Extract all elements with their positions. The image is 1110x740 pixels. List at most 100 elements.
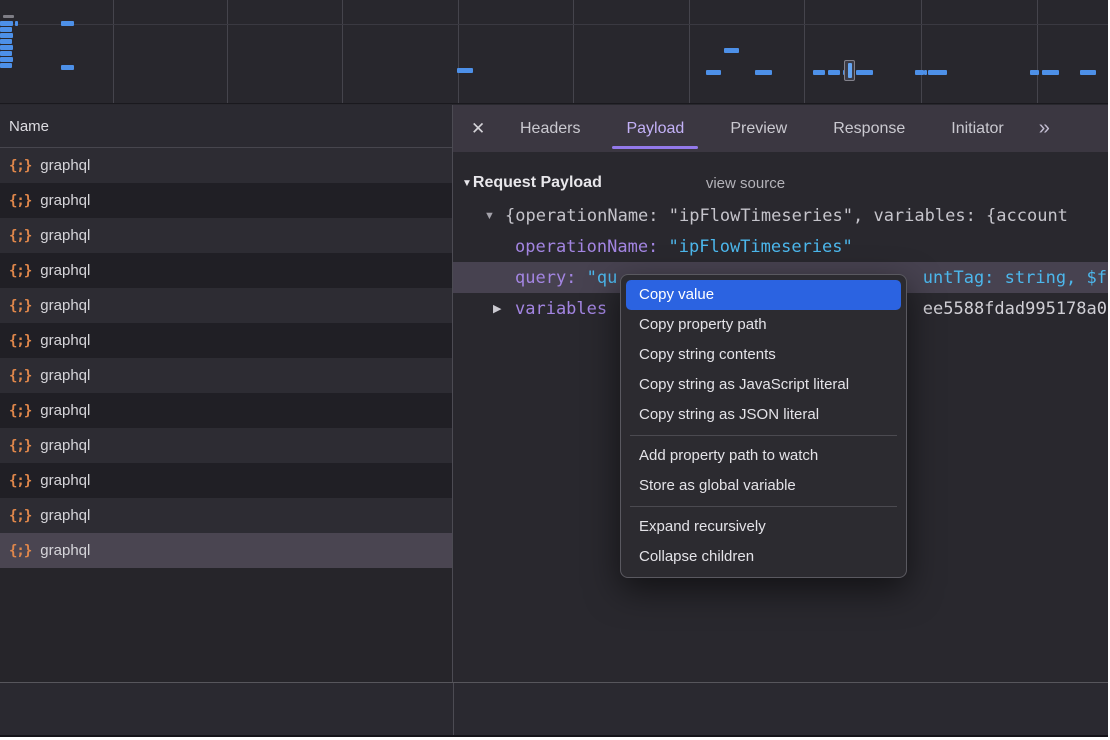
menu-item-collapse-children[interactable]: Collapse children	[626, 542, 901, 572]
tab-initiator[interactable]: Initiator	[935, 105, 1019, 152]
tree-row-operation-name[interactable]: operationName: "ipFlowTimeseries"	[453, 231, 1108, 262]
menu-separator	[630, 506, 897, 507]
network-activity-bar	[928, 70, 947, 75]
menu-separator	[630, 435, 897, 436]
request-name: graphql	[40, 332, 90, 349]
request-row[interactable]: {;}graphql	[0, 358, 452, 393]
overview-gray-bar	[3, 15, 14, 18]
overview-gridline	[458, 0, 459, 103]
request-name: graphql	[40, 367, 90, 384]
request-row[interactable]: {;}graphql	[0, 218, 452, 253]
json-request-icon: {;}	[9, 263, 31, 279]
request-row[interactable]: {;} graphql	[0, 323, 452, 358]
menu-item-copy-string-contents[interactable]: Copy string contents	[626, 340, 901, 370]
network-activity-bar	[0, 33, 13, 38]
request-row[interactable]: {;}graphql	[0, 253, 452, 288]
overview-gridline	[0, 24, 1108, 25]
details-tabbar: ✕ Headers Payload Preview Response Initiator…	[453, 105, 1108, 152]
tab-payload[interactable]: Payload	[610, 105, 700, 152]
request-list: {;} graphql {;} graphql {;} graphql {;} graphql…	[0, 148, 452, 568]
network-activity-bar	[0, 57, 13, 62]
request-payload-section-header[interactable]: ▼ Request Payload view source	[453, 166, 1108, 200]
request-name: graphql	[40, 192, 90, 209]
menu-item-add-property-path-to-watch[interactable]: Add property path to watch	[626, 441, 901, 471]
network-main-split: Name {;}graphql{;}graphql{;}graphql{;}gr…	[0, 105, 1108, 682]
devtools-window: Name {;}graphql{;}graphql{;}graphql{;}gr…	[0, 0, 1108, 737]
request-row[interactable]: {;} graphql	[0, 533, 452, 568]
menu-item-copy-property-path[interactable]: Copy property path	[626, 310, 901, 340]
tree-string-value: "ipFlowTimeseries"	[669, 237, 853, 257]
menu-item-store-as-global-variable[interactable]: Store as global variable	[626, 471, 901, 501]
json-request-icon: {;}	[9, 473, 31, 489]
overview-gridline	[342, 0, 343, 103]
tree-root-preview: {operationName: "ipFlowTimeseries", vari…	[505, 206, 1068, 226]
network-activity-bar	[0, 63, 12, 68]
overview-gridline	[689, 0, 690, 103]
request-table: Name {;}graphql{;}graphql{;}graphql{;}gr…	[0, 105, 453, 682]
overview-marker-bar	[848, 63, 852, 78]
menu-item-copy-string-as-json-literal[interactable]: Copy string as JSON literal	[626, 400, 901, 430]
network-activity-bar	[1042, 70, 1059, 75]
tab-preview[interactable]: Preview	[714, 105, 803, 152]
request-row[interactable]: {;} graphql	[0, 183, 452, 218]
more-tabs-icon[interactable]: »	[1039, 117, 1048, 140]
name-column-label: Name	[9, 118, 49, 135]
request-name: graphql	[40, 472, 90, 489]
tab-list: Headers Payload Preview Response Initiator	[497, 105, 1027, 152]
request-name: graphql	[40, 297, 90, 314]
network-activity-bar	[15, 21, 18, 26]
json-request-icon: {;}	[9, 193, 31, 209]
name-column-header[interactable]: Name	[0, 105, 452, 148]
json-request-icon: {;}	[9, 333, 31, 349]
overview-gridline	[921, 0, 922, 103]
request-row[interactable]: {;}graphql	[0, 498, 452, 533]
network-activity-bar	[924, 70, 927, 75]
menu-item-copy-string-as-javascript-literal[interactable]: Copy string as JavaScript literal	[626, 370, 901, 400]
panel-divider[interactable]	[453, 683, 454, 735]
network-overview-pane[interactable]	[0, 0, 1108, 104]
network-activity-bar	[706, 70, 721, 75]
request-row[interactable]: {;} graphql	[0, 463, 452, 498]
overview-gridline	[1037, 0, 1038, 103]
json-request-icon: {;}	[9, 543, 31, 559]
tree-key: operationName:	[515, 237, 669, 257]
overview-gridline	[804, 0, 805, 103]
json-request-icon: {;}	[9, 438, 31, 454]
tab-headers[interactable]: Headers	[504, 105, 596, 152]
network-activity-bar	[0, 27, 12, 32]
menu-item-copy-value[interactable]: Copy value	[626, 280, 901, 310]
view-source-link[interactable]: view source	[706, 175, 785, 192]
tab-response[interactable]: Response	[817, 105, 921, 152]
network-activity-bar	[457, 68, 473, 73]
request-row[interactable]: {;}graphql	[0, 393, 452, 428]
network-activity-bar	[724, 48, 739, 53]
request-name: graphql	[40, 157, 90, 174]
tree-preview-continuation: ee5588fdad995178a0	[923, 299, 1107, 319]
overview-gridline	[113, 0, 114, 103]
overview-gridline	[573, 0, 574, 103]
json-request-icon: {;}	[9, 298, 31, 314]
tree-key: query:	[515, 268, 587, 288]
menu-item-expand-recursively[interactable]: Expand recursively	[626, 512, 901, 542]
context-menu: Copy valueCopy property pathCopy string …	[620, 274, 907, 578]
close-icon[interactable]: ✕	[471, 119, 497, 139]
request-name: graphql	[40, 542, 90, 559]
request-row[interactable]: {;}graphql	[0, 428, 452, 463]
request-name: graphql	[40, 507, 90, 524]
network-activity-bar	[813, 70, 825, 75]
network-activity-bar	[61, 65, 74, 70]
tree-key: variables	[515, 299, 607, 319]
overview-gridline	[227, 0, 228, 103]
collapsed-arrow-icon: ▶	[493, 302, 515, 315]
json-request-icon: {;}	[9, 403, 31, 419]
request-row[interactable]: {;}graphql	[0, 148, 452, 183]
tree-string-value: "qu	[587, 268, 618, 288]
network-activity-bar	[1080, 70, 1096, 75]
tree-root-row[interactable]: ▼ {operationName: "ipFlowTimeseries", va…	[453, 200, 1108, 231]
request-row[interactable]: {;} graphql	[0, 288, 452, 323]
network-activity-bar	[0, 39, 12, 44]
tree-string-value-continuation: untTag: string, $f	[923, 268, 1107, 288]
network-activity-bar	[1030, 70, 1039, 75]
section-title: Request Payload	[473, 174, 602, 192]
network-activity-bar	[61, 21, 74, 26]
